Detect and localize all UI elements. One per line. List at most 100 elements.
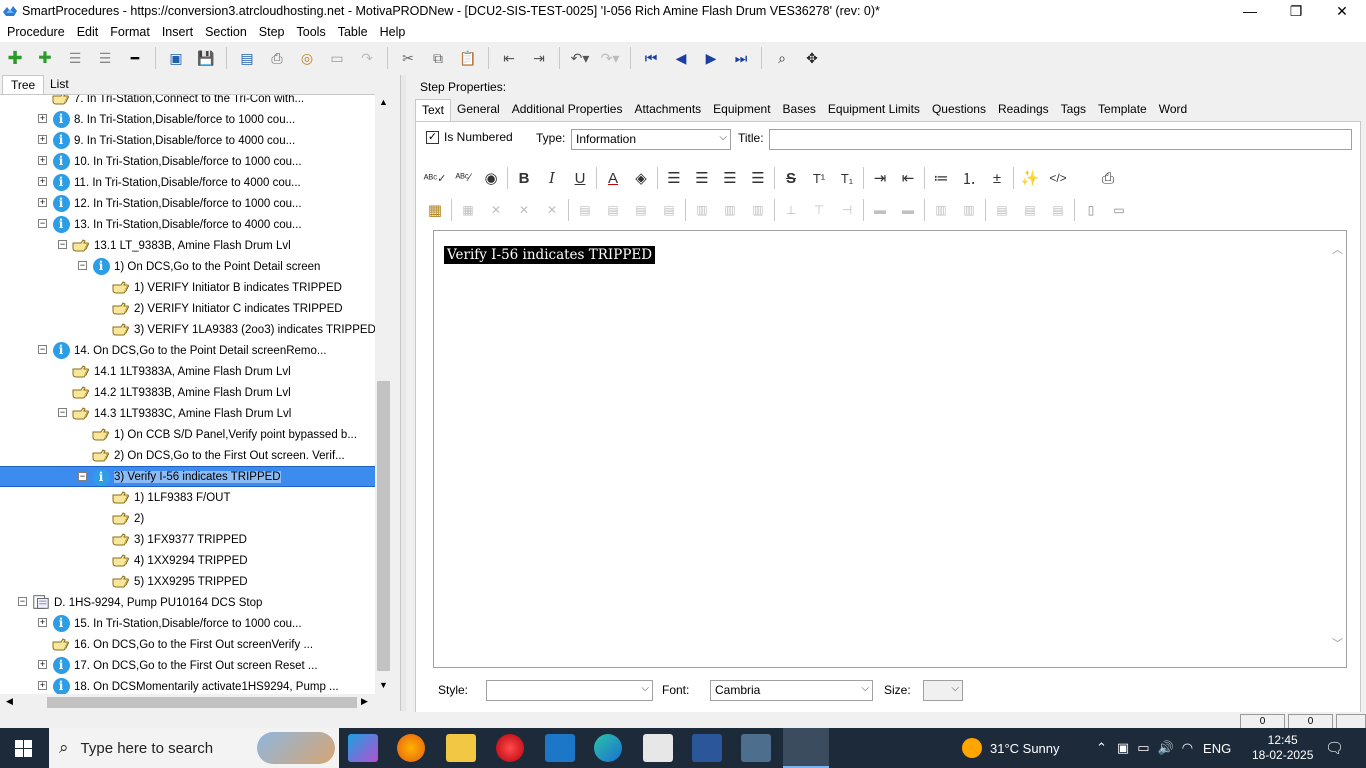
tab-template[interactable]: Template: [1092, 99, 1153, 121]
menu-tools[interactable]: Tools: [290, 25, 331, 39]
add-substep-icon[interactable]: ✚: [33, 46, 57, 70]
cut-icon[interactable]: ✂: [396, 46, 420, 70]
tab-general[interactable]: General: [451, 99, 506, 121]
editor-scrollbar[interactable]: ︿ ﹀: [1329, 231, 1346, 667]
expand-icon[interactable]: +: [38, 135, 47, 144]
indent-icon[interactable]: ⇥: [527, 46, 551, 70]
procedure-tree[interactable]: 7. In Tri-Station,Connect to the Tri-Con…: [0, 94, 375, 694]
menu-table[interactable]: Table: [331, 25, 373, 39]
tab-equipment[interactable]: Equipment: [707, 99, 776, 121]
open-icon[interactable]: ▣: [164, 46, 188, 70]
restore-button[interactable]: ❐: [1273, 0, 1319, 22]
windows-start-icon[interactable]: [15, 740, 32, 757]
spell-check-icon[interactable]: ᴬᴮᶜ✓: [421, 165, 449, 191]
tree-item[interactable]: 3) VERIFY 1LA9383 (2oo3) indicates TRIPP…: [0, 319, 375, 340]
menu-help[interactable]: Help: [373, 25, 411, 39]
tree-item[interactable]: − i 14. On DCS,Go to the Point Detail scre…: [0, 340, 375, 361]
bullet-list-icon[interactable]: ≔: [927, 165, 955, 191]
tree-item[interactable]: 1) On CCB S/D Panel,Verify point bypasse…: [0, 424, 375, 445]
tree-item[interactable]: 7. In Tri-Station,Connect to the Tri-Con…: [0, 95, 375, 109]
redirect-icon[interactable]: ↷: [355, 46, 379, 70]
move-icon[interactable]: ✥: [800, 46, 824, 70]
smartprocedures-taskbar-icon[interactable]: [783, 728, 829, 768]
copilot-icon[interactable]: [348, 734, 378, 762]
tree-item[interactable]: + i 10. In Tri-Station,Disable/force to 10…: [0, 151, 375, 172]
print-preview-icon[interactable]: ⎙: [1094, 165, 1122, 191]
tab-tags[interactable]: Tags: [1055, 99, 1092, 121]
expand-icon[interactable]: +: [38, 618, 47, 627]
outline-alt-icon[interactable]: ☰: [93, 46, 117, 70]
remote-desktop-icon[interactable]: [741, 734, 771, 762]
firefox-icon[interactable]: [397, 734, 425, 762]
tab-attachments[interactable]: Attachments: [628, 99, 707, 121]
tree-item[interactable]: 1) 1LF9383 F/OUT: [0, 487, 375, 508]
tree-item[interactable]: 16. On DCS,Go to the First Out screenVer…: [0, 634, 375, 655]
expand-icon[interactable]: +: [38, 681, 47, 690]
print-icon[interactable]: ⎙: [265, 46, 289, 70]
menu-format[interactable]: Format: [103, 25, 155, 39]
tab-additional-properties[interactable]: Additional Properties: [506, 99, 629, 121]
insert-table-icon[interactable]: ▦: [421, 197, 449, 223]
outdent-icon[interactable]: ⇤: [497, 46, 521, 70]
minimize-button[interactable]: —: [1227, 0, 1273, 22]
subscript-button[interactable]: T₁: [833, 165, 861, 191]
tab-bases[interactable]: Bases: [777, 99, 822, 121]
redo-icon[interactable]: ↷▾: [598, 46, 622, 70]
edge-icon[interactable]: [594, 734, 622, 762]
expand-icon[interactable]: +: [38, 177, 47, 186]
previous-icon[interactable]: ◀: [669, 46, 693, 70]
tree-item[interactable]: 2) On DCS,Go to the First Out screen. Ve…: [0, 445, 375, 466]
italic-button[interactable]: I: [538, 165, 566, 191]
weather-widget[interactable]: 31°C Sunny: [962, 728, 1060, 768]
tab-tree[interactable]: Tree: [2, 75, 45, 95]
tree-item[interactable]: 3) 1FX9377 TRIPPED: [0, 529, 375, 550]
tab-readings[interactable]: Readings: [992, 99, 1055, 121]
expand-icon[interactable]: +: [38, 156, 47, 165]
taskbar-search-box[interactable]: ⌕ Type here to search: [49, 728, 339, 768]
align-left-icon[interactable]: ☰: [660, 165, 688, 191]
expand-icon[interactable]: +: [38, 660, 47, 669]
preview-icon[interactable]: ⌕: [770, 46, 794, 70]
tree-vertical-scrollbar[interactable]: ▲ ▼: [375, 94, 392, 694]
tree-item[interactable]: 5) 1XX9295 TRIPPED: [0, 571, 375, 592]
type-select[interactable]: Information ⌵: [571, 129, 731, 150]
clock[interactable]: 12:45 18-02-2025: [1252, 728, 1313, 768]
tree-item[interactable]: − 13.1 LT_9383B, Amine Flash Drum Lvl: [0, 235, 375, 256]
panel-splitter[interactable]: [400, 75, 406, 711]
tree-item[interactable]: − i 3) Verify I-56 indicates TRIPPED: [0, 466, 375, 487]
last-icon[interactable]: ⏭: [729, 46, 753, 70]
menu-step[interactable]: Step: [252, 25, 290, 39]
scroll-right-icon[interactable]: ▶: [361, 696, 368, 707]
tab-word[interactable]: Word: [1153, 99, 1193, 121]
collapse-icon[interactable]: −: [58, 240, 67, 249]
remove-icon[interactable]: ━: [123, 46, 147, 70]
font-select[interactable]: Cambria ⌵: [710, 680, 873, 701]
increase-indent-icon[interactable]: ⇥: [866, 165, 894, 191]
paste-icon[interactable]: 📋: [456, 46, 480, 70]
tab-list[interactable]: List: [42, 75, 77, 95]
collapse-icon[interactable]: −: [38, 345, 47, 354]
collapse-icon[interactable]: −: [38, 219, 47, 228]
tree-item[interactable]: − i 13. In Tri-Station,Disable/force to 40…: [0, 214, 375, 235]
menu-edit[interactable]: Edit: [70, 25, 104, 39]
tree-item[interactable]: + i 9. In Tri-Station,Disable/force to 400…: [0, 130, 375, 151]
notepad-icon[interactable]: [643, 734, 673, 762]
menu-section[interactable]: Section: [198, 25, 252, 39]
tree-item[interactable]: − i 1) On DCS,Go to the Point Detail scree…: [0, 256, 375, 277]
form-icon[interactable]: ▭: [325, 46, 349, 70]
expand-icon[interactable]: +: [38, 198, 47, 207]
tree-item[interactable]: + i 17. On DCS,Go to the First Out screen …: [0, 655, 375, 676]
media-icon[interactable]: ◉: [477, 165, 505, 191]
tree-item[interactable]: + i 11. In Tri-Station,Disable/force to 40…: [0, 172, 375, 193]
word-icon[interactable]: [692, 734, 722, 762]
menu-insert[interactable]: Insert: [155, 25, 198, 39]
opera-icon[interactable]: [496, 734, 524, 762]
is-numbered-checkbox[interactable]: ✓: [426, 131, 439, 144]
tree-item[interactable]: − D. 1HS-9294, Pump PU10164 DCS Stop: [0, 592, 375, 613]
next-icon[interactable]: ▶: [699, 46, 723, 70]
file-explorer-icon[interactable]: [446, 734, 476, 762]
collapse-icon[interactable]: −: [18, 597, 27, 606]
step-text-content[interactable]: Verify I-56 indicates TRIPPED: [444, 246, 656, 264]
tree-item[interactable]: 2): [0, 508, 375, 529]
tree-item[interactable]: + i 15. In Tri-Station,Disable/force to 10…: [0, 613, 375, 634]
